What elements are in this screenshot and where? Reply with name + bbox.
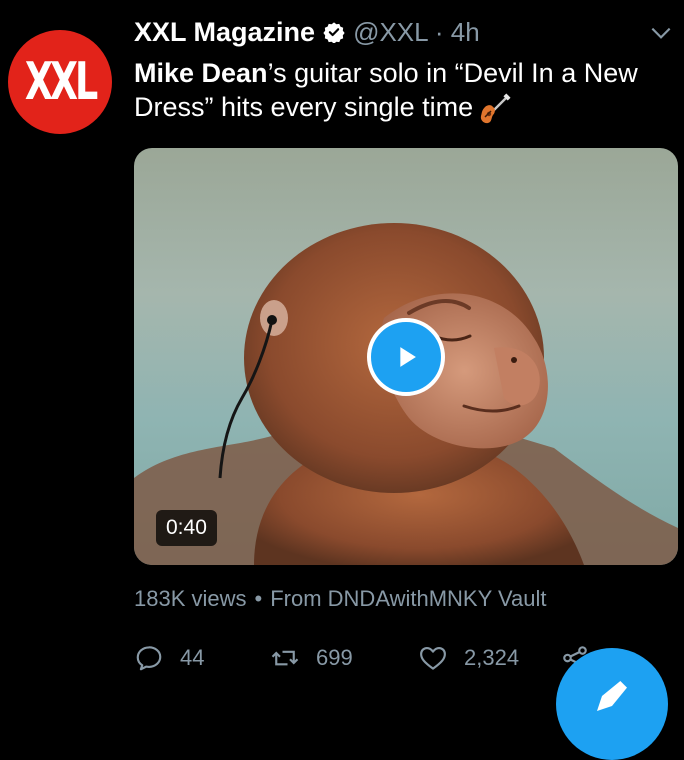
like-button[interactable]: 2,324 <box>418 640 519 676</box>
guitar-icon <box>480 93 511 124</box>
view-count: 183K views <box>134 586 247 611</box>
play-button[interactable] <box>367 318 445 396</box>
avatar-logo-text: XXL <box>24 52 98 112</box>
video-player[interactable]: 0:40 <box>134 148 678 565</box>
retweet-button[interactable]: 699 <box>270 640 353 676</box>
reply-icon <box>136 646 162 671</box>
video-source[interactable]: From DNDAwithMNKY Vault <box>270 586 546 611</box>
like-icon <box>420 646 446 670</box>
display-name[interactable]: XXL Magazine <box>134 17 315 48</box>
retweet-icon <box>271 650 299 666</box>
reply-button[interactable]: 44 <box>134 640 204 676</box>
video-meta: 183K views • From DNDAwithMNKY Vault <box>134 586 547 612</box>
tweet-header: XXL Magazine @XXL · 4h <box>134 14 480 50</box>
verified-badge-icon <box>323 22 345 43</box>
tweet-text: Mike Dean’s guitar solo in “Devil In a N… <box>134 56 682 125</box>
video-duration: 0:40 <box>156 510 217 546</box>
meta-separator: • <box>254 586 263 611</box>
compose-tweet-button[interactable] <box>556 648 668 760</box>
chevron-down-icon[interactable] <box>648 20 674 46</box>
reply-count: 44 <box>180 645 205 670</box>
avatar[interactable]: XXL <box>8 30 112 134</box>
like-count: 2,324 <box>464 645 520 670</box>
compose-icon <box>597 681 627 711</box>
retweet-count: 699 <box>316 645 353 670</box>
handle-and-time[interactable]: @XXL · 4h <box>353 17 480 48</box>
play-icon <box>400 347 416 367</box>
mention-name[interactable]: Mike Dean <box>134 58 268 88</box>
